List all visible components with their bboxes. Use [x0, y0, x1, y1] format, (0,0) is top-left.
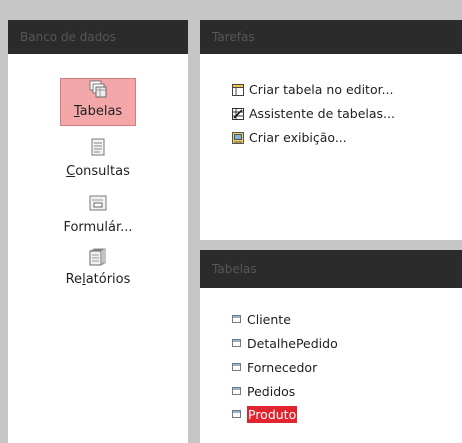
table-name: DetalhePedido — [247, 335, 338, 351]
table-row-produto[interactable]: Produto — [232, 405, 298, 423]
table-name: Fornecedor — [247, 359, 318, 375]
table-icon — [232, 387, 241, 395]
table-name: Pedidos — [247, 383, 296, 399]
tasks-panel-header: Tarefas — [200, 20, 462, 54]
table-icon — [232, 363, 241, 371]
table-row-detalhepedido[interactable]: DetalhePedido — [232, 334, 338, 352]
database-panel: Banco de dados Tabelas Consultas Formulá… — [8, 20, 188, 443]
task-label: Criar tabela no editor... — [249, 82, 394, 97]
tasks-panel: Tarefas Criar tabela no editor... Assist… — [200, 20, 462, 240]
nav-item-label: Formulár... — [63, 220, 133, 235]
table-icon — [232, 339, 241, 347]
task-create-table-design[interactable]: Criar tabela no editor... — [232, 82, 394, 97]
table-row-cliente[interactable]: Cliente — [232, 310, 291, 328]
nav-item-reports[interactable]: Relatórios — [48, 248, 148, 287]
create-view-icon — [232, 131, 244, 144]
table-icon — [232, 410, 241, 418]
nav-item-label: Consultas — [66, 164, 130, 179]
task-table-wizard[interactable]: Assistente de tabelas... — [232, 106, 395, 121]
task-label: Assistente de tabelas... — [249, 106, 395, 121]
table-row-fornecedor[interactable]: Fornecedor — [232, 358, 317, 376]
table-wizard-icon — [232, 107, 244, 120]
tables-panel-header: Tabelas — [200, 250, 462, 288]
table-design-icon — [232, 83, 244, 96]
task-label: Criar exibição... — [249, 130, 347, 145]
nav-item-queries[interactable]: Consultas — [48, 138, 148, 179]
reports-icon — [89, 248, 107, 266]
database-panel-header: Banco de dados — [8, 20, 188, 54]
nav-item-forms[interactable]: Formulár... — [48, 194, 148, 235]
nav-item-tables[interactable]: Tabelas — [60, 80, 136, 119]
table-name: Produto — [247, 405, 298, 423]
table-icon — [232, 315, 241, 323]
table-name: Cliente — [247, 311, 291, 327]
tables-icon — [89, 80, 107, 98]
table-row-pedidos[interactable]: Pedidos — [232, 382, 295, 400]
nav-item-label: Tabelas — [73, 104, 123, 119]
tables-panel: Tabelas Cliente DetalhePedido Fornecedor… — [200, 250, 462, 443]
forms-icon — [89, 194, 107, 212]
queries-icon — [89, 138, 107, 156]
task-create-view[interactable]: Criar exibição... — [232, 130, 347, 145]
nav-item-label: Relatórios — [65, 272, 131, 287]
